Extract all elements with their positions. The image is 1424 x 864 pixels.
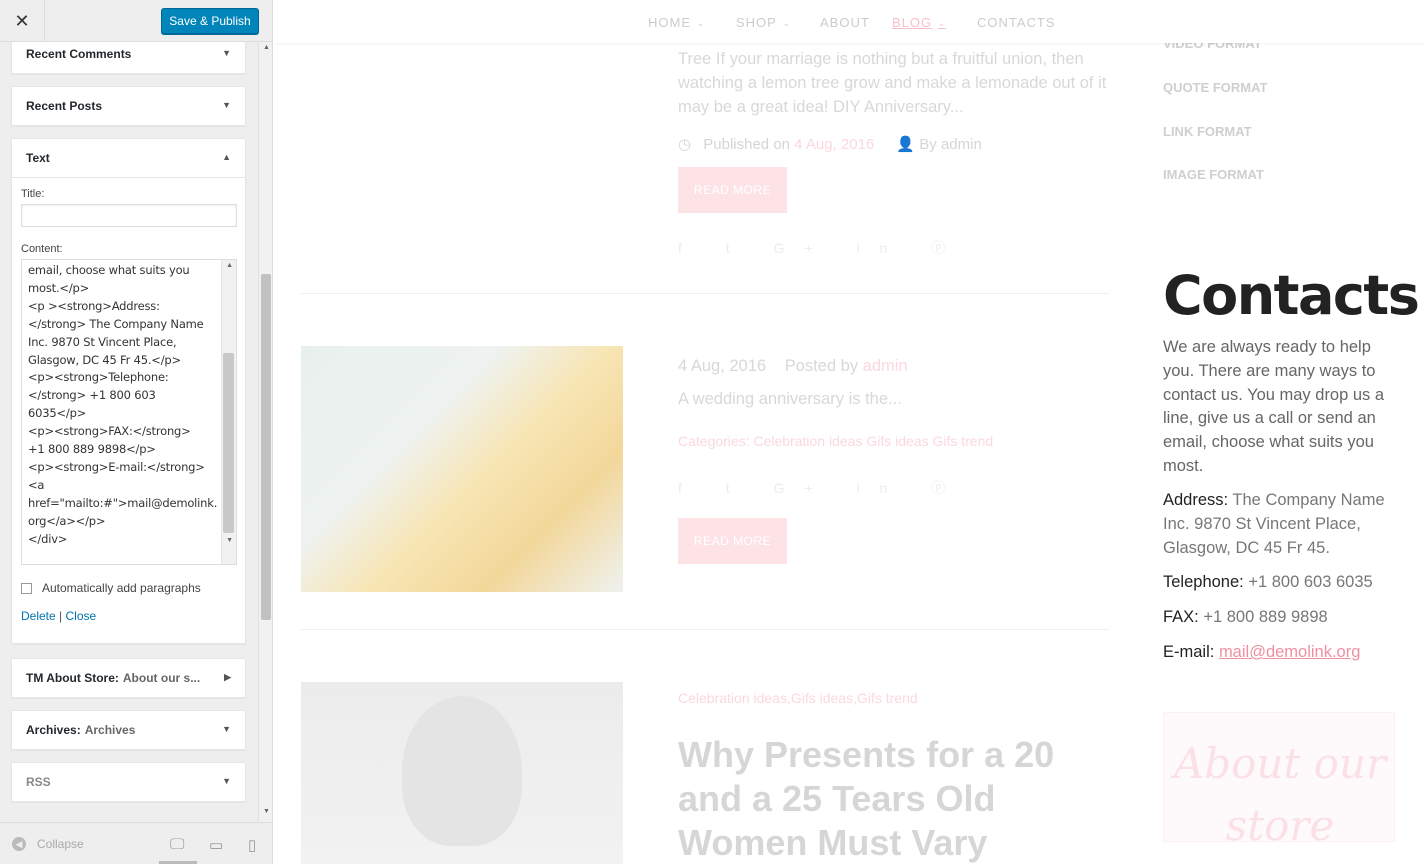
widget-subtitle: About our s... [122,671,201,685]
chevron-down-icon[interactable]: ▼ [222,724,231,734]
save-publish-button[interactable]: Save & Publish [161,8,259,34]
chevron-right-icon[interactable]: ▶ [224,672,231,683]
customizer-panel: ✕ Save & Publish Recent Comments ▼ Recen… [0,0,273,864]
customizer-scrollbar[interactable]: ▲ ▼ [258,42,272,822]
content-text[interactable]: email, choose what suits you most.</p> <… [22,260,236,549]
about-store-widget: About our store [1163,712,1395,850]
customizer-footer: ◀ Collapse 🖵 ▭ ▯ [0,822,272,864]
post-meta: 4 Aug, 2016 Posted by admin [678,357,908,375]
title-label: Title: [21,188,45,200]
widget-actions: Delete | Close [21,609,236,623]
chevron-down-icon: ⌄ [697,19,705,29]
post-divider [301,629,1109,630]
close-icon[interactable]: ✕ [0,0,45,42]
scroll-up-icon[interactable]: ▲ [263,44,270,51]
social-share-icons[interactable]: f t G+ in ⓟ [678,238,965,258]
textarea-scrollbar[interactable]: ▲ ▼ [221,260,236,564]
post-excerpt: A wedding anniversary is the... [678,390,902,408]
close-link[interactable]: Close [66,609,97,623]
scroll-down-icon[interactable]: ▼ [226,537,233,544]
chevron-down-icon[interactable]: ▼ [222,776,231,786]
portrait-shape [402,696,522,846]
auto-paragraphs-option[interactable]: Automatically add paragraphs [21,581,236,595]
post-categories[interactable]: Celebration ideas,Gifs ideas,Gifs trend [678,690,918,706]
auto-paragraphs-checkbox[interactable] [21,582,32,594]
customizer-header: ✕ Save & Publish [0,0,272,42]
widget-text-body: Title: Content: email, choose what suits… [12,177,245,643]
contacts-intro: We are always ready to help you. There a… [1163,338,1385,475]
site-preview: HOME ⌄ SHOP ⌄ ABOUT BLOG ⌄ CONTACTS Tree If… [274,0,1424,864]
chevron-down-icon[interactable]: ▼ [222,100,231,110]
chevron-down-icon: ⌄ [938,19,946,29]
contact-address: Address: The Company Name Inc. 9870 St V… [1163,491,1385,557]
textarea-scroll-thumb[interactable] [223,353,234,533]
main-nav: HOME ⌄ SHOP ⌄ ABOUT BLOG ⌄ CONTACTS [274,0,1424,43]
scroll-down-icon[interactable]: ▼ [263,808,270,815]
post-meta: ◷ Published on 4 Aug, 2016 👤 By admin [678,136,982,153]
mobile-preview-icon[interactable]: ▯ [248,836,256,854]
widget-archives[interactable]: Archives: Archives ▼ [11,710,246,750]
contact-fax: FAX: +1 800 889 9898 [1163,608,1328,626]
post-image-flowers[interactable] [301,346,623,592]
collapse-label: Collapse [37,837,84,851]
chevron-down-icon[interactable]: ▼ [222,48,231,58]
widget-subtitle: Archives [84,723,136,737]
clock-icon: ◷ [678,136,692,153]
widget-title: Recent Posts [26,99,103,113]
post-categories[interactable]: Categories: Celebration ideas Gifs ideas… [678,433,993,449]
chevron-up-icon[interactable]: ▲ [222,152,231,162]
user-icon: 👤 [896,136,916,153]
chevron-down-icon: ⌄ [782,19,791,29]
post-image-woman[interactable] [301,682,623,864]
contact-email: E-mail: mail@demolink.org [1163,643,1361,661]
delete-link[interactable]: Delete [21,609,56,623]
widget-text: Text ▲ Title: Content: email, choose wha… [11,138,246,644]
desktop-preview-icon[interactable]: 🖵 [170,836,184,853]
widget-text-header[interactable]: Text ▲ [12,139,245,177]
tablet-preview-icon[interactable]: ▭ [209,836,223,854]
nav-item-blog[interactable]: BLOG ⌄ [892,15,946,30]
post-divider [301,293,1109,294]
widget-title: TM About Store: [26,671,119,685]
collapse-icon: ◀ [12,837,26,851]
sidebar-link-image-format[interactable]: IMAGE FORMAT [1163,167,1264,182]
read-more-button[interactable]: READ MORE [678,167,787,213]
nav-item-shop[interactable]: SHOP ⌄ [736,15,791,30]
post-excerpt: Tree If your marriage is nothing but a f… [678,50,1107,116]
read-more-button[interactable]: READ MORE [678,518,787,564]
nav-item-about[interactable]: ABOUT [820,15,870,30]
about-store-title: About our store [1173,739,1387,850]
sidebar-link-quote-format[interactable]: QUOTE FORMAT [1163,80,1267,95]
widget-rss[interactable]: RSS ▼ [11,762,246,802]
scroll-up-icon[interactable]: ▲ [226,262,233,269]
auto-paragraphs-label: Automatically add paragraphs [42,581,201,595]
social-share-icons[interactable]: f t G+ in ⓟ [678,478,965,498]
contacts-heading: Contacts [1163,264,1420,327]
nav-item-home[interactable]: HOME ⌄ [648,15,705,30]
customizer-scroll-thumb[interactable] [261,274,271,620]
widget-title: Archives: [26,723,81,737]
title-input[interactable] [21,204,237,227]
sidebar-link-link-format[interactable]: LINK FORMAT [1163,124,1252,139]
contact-telephone: Telephone: +1 800 603 6035 [1163,573,1373,591]
widget-title: RSS [26,775,51,789]
widget-title: Text [26,151,50,165]
widget-title: Recent Comments [26,47,132,61]
link-separator: | [59,609,63,623]
widget-recent-posts[interactable]: Recent Posts ▼ [11,86,246,126]
post-title[interactable]: Why Presents for a 20 and a 25 Tears Old… [678,733,1118,864]
content-label: Content: [21,243,63,255]
widget-about-store[interactable]: TM About Store: About our s... ▶ [11,658,246,698]
email-link[interactable]: mail@demolink.org [1219,643,1360,661]
collapse-button[interactable]: ◀ Collapse [12,837,84,851]
content-textarea[interactable]: email, choose what suits you most.</p> <… [21,259,237,565]
nav-item-contacts[interactable]: CONTACTS [977,15,1056,30]
